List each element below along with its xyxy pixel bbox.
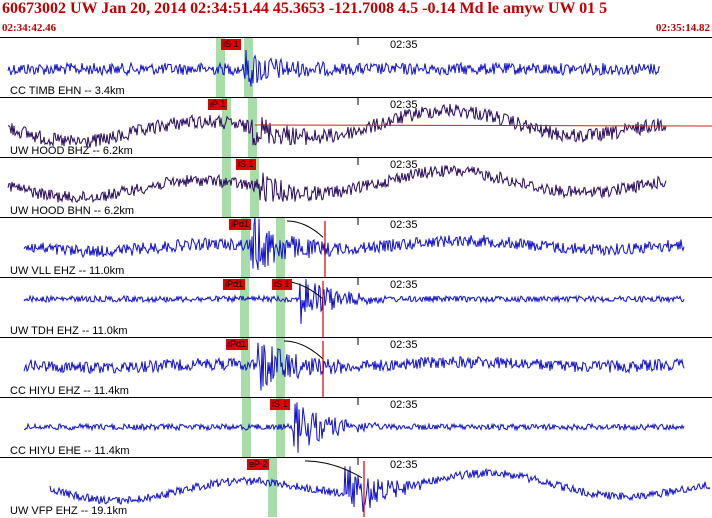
event-title: 60673002 UW Jan 20, 2014 02:34:51.44 45.… (2, 0, 608, 17)
phase-pick-flag[interactable]: iPd1 (223, 279, 246, 290)
time-mark-label: 02:35 (390, 159, 418, 171)
time-mark-label: 02:35 (390, 399, 418, 411)
channel-label: UW HOOD BHZ -- 6.2km (10, 145, 133, 157)
time-mark-label: 02:35 (390, 99, 418, 111)
channel-label: UW VLL EHZ -- 11.0km (10, 265, 125, 277)
phase-pick-flag[interactable]: iPd1 (229, 219, 252, 230)
channel-panel[interactable]: 02:35 CC HIYU EHZ -- 11.4km iPd1 (0, 337, 712, 398)
channel-panel[interactable]: 02:35 UW TDH EHZ -- 11.0km iPd1 iS 1 (0, 277, 712, 338)
phase-pick-flag[interactable]: iPd1 (226, 339, 249, 350)
seismogram-panel-area[interactable]: 02:35 CC TIMB EHN -- 3.4km iS 1 02:35 UW HOO… (0, 37, 712, 518)
channel-label: UW VFP EHZ -- 19.1km (10, 505, 128, 517)
phase-pick-flag[interactable]: eP 2 (247, 459, 270, 470)
channel-panel[interactable]: 02:35 UW VLL EHZ -- 11.0km iPd1 (0, 217, 712, 278)
phase-pick-flag[interactable]: iS 1 (270, 399, 290, 410)
channel-label: CC HIYU EHZ -- 11.4km (10, 385, 129, 397)
channel-label: UW TDH EHZ -- 11.0km (10, 325, 128, 337)
phase-pick-flag[interactable]: iS 1 (221, 39, 241, 50)
phase-pick-flag[interactable]: iP 1 (208, 99, 228, 110)
channel-panel[interactable]: 02:35 UW HOOD BHN -- 6.2km iS 1 (0, 157, 712, 218)
channel-label: CC TIMB EHN -- 3.4km (10, 85, 125, 97)
window-end-time: 02:35:14.82 (655, 22, 710, 34)
channel-panel[interactable]: 02:35 UW HOOD BHZ -- 6.2km iP 1 (0, 97, 712, 158)
time-mark-label: 02:35 (390, 39, 418, 51)
channel-panel[interactable]: 02:35 UW VFP EHZ -- 19.1km eP 2 (0, 457, 712, 518)
channel-panel[interactable]: 02:35 CC TIMB EHN -- 3.4km iS 1 (0, 37, 712, 98)
time-mark-label: 02:35 (390, 219, 418, 231)
window-start-time: 02:34:42.46 (2, 22, 57, 34)
phase-pick-flag[interactable]: iS 1 (272, 279, 292, 290)
channel-label: CC HIYU EHE -- 11.4km (10, 445, 130, 457)
event-header: 60673002 UW Jan 20, 2014 02:34:51.44 45.… (0, 0, 712, 37)
channel-panel[interactable]: 02:35 CC HIYU EHE -- 11.4km iS 1 (0, 397, 712, 458)
time-mark-label: 02:35 (390, 459, 418, 471)
channel-label: UW HOOD BHN -- 6.2km (10, 205, 135, 217)
phase-pick-flag[interactable]: iS 1 (236, 159, 256, 170)
time-mark-label: 02:35 (390, 339, 418, 351)
time-mark-label: 02:35 (390, 279, 418, 291)
